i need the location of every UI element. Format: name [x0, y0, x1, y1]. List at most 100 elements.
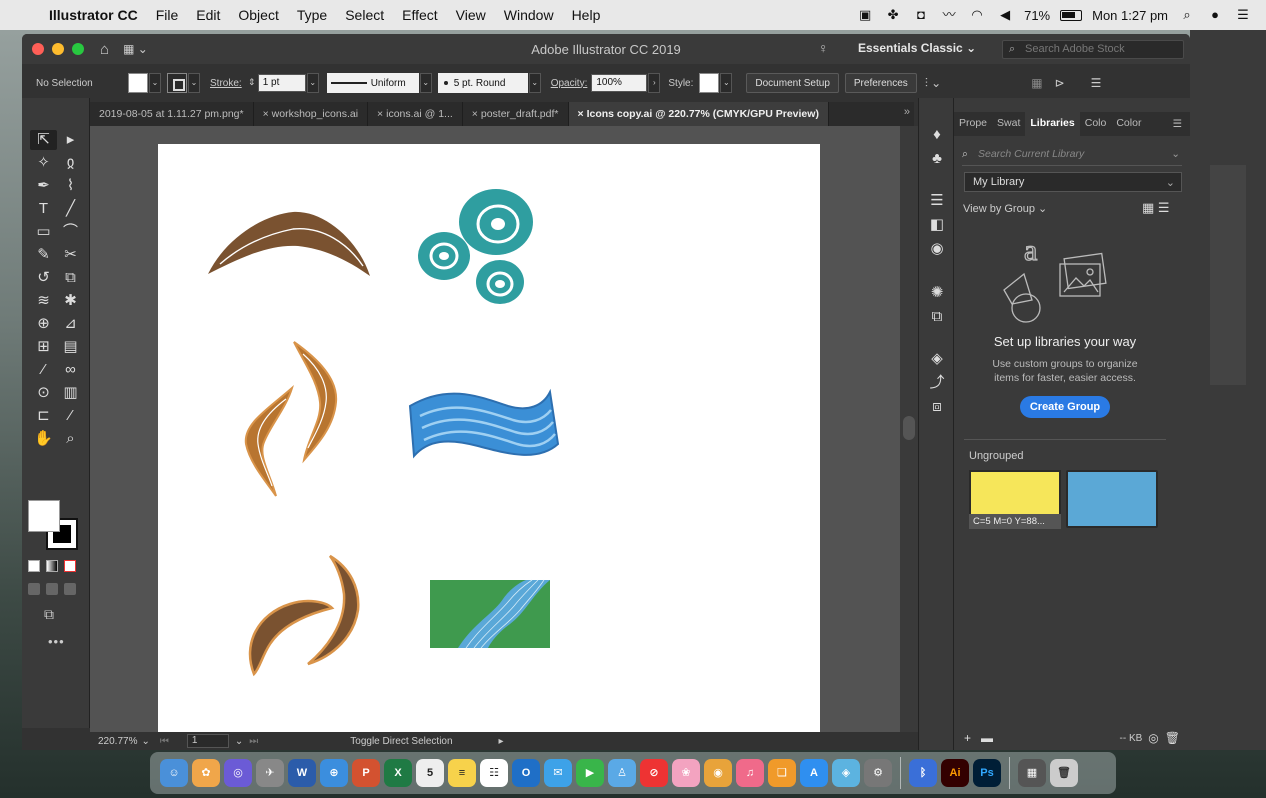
transparency-icon[interactable]: ◉: [928, 240, 946, 258]
type-tool-icon[interactable]: T: [30, 199, 57, 219]
illustrator-icon[interactable]: Ai: [941, 759, 969, 787]
battery-percent[interactable]: 71%: [1024, 8, 1050, 23]
panel-tab[interactable]: Prope: [954, 112, 992, 136]
photos-icon[interactable]: ✿: [192, 759, 220, 787]
export-icon[interactable]: ⤴: [928, 374, 946, 392]
none-mode-icon[interactable]: [64, 560, 76, 572]
stroke-weight-input[interactable]: 1 pt: [257, 74, 306, 92]
finder-icon[interactable]: ☺: [160, 759, 188, 787]
menu-clock[interactable]: Mon 1:27 pm: [1092, 8, 1168, 23]
next-artboard-icon[interactable]: ⏭: [249, 736, 258, 747]
minimize-window-button[interactable]: [52, 43, 64, 55]
opacity-dropdown[interactable]: ›: [648, 73, 661, 93]
stroke-label[interactable]: Stroke:: [210, 78, 242, 89]
draw-inside-icon[interactable]: [64, 583, 76, 595]
close-tab-icon[interactable]: ×: [263, 108, 272, 120]
menu-file[interactable]: File: [147, 7, 188, 23]
profile-dropdown[interactable]: ⌄: [419, 73, 432, 93]
fill-swatch[interactable]: [128, 73, 148, 93]
color-mode-icon[interactable]: [28, 560, 40, 572]
document-tab[interactable]: × icons.ai @ 1...: [368, 102, 463, 126]
direct-selection-tool-icon[interactable]: ▸: [57, 130, 84, 150]
outlook-icon[interactable]: O: [512, 759, 540, 787]
perspective-grid-tool-icon[interactable]: ⊿: [57, 314, 84, 334]
close-window-button[interactable]: [32, 43, 44, 55]
view-by-group-dropdown[interactable]: View by Group ⌄: [963, 202, 1047, 215]
document-tab[interactable]: × poster_draft.pdf*: [463, 102, 569, 126]
close-tab-icon[interactable]: ×: [578, 108, 587, 120]
reminders-icon[interactable]: ☷: [480, 759, 508, 787]
edit-toolbar-icon[interactable]: •••: [48, 634, 65, 649]
notes-icon[interactable]: ≡: [448, 759, 476, 787]
screen-mode-icon[interactable]: ⧉: [44, 606, 54, 623]
siri-app-icon[interactable]: ◎: [224, 759, 252, 787]
puppet-warp-tool-icon[interactable]: ✱: [57, 291, 84, 311]
document-tab[interactable]: × Icons copy.ai @ 220.77% (CMYK/GPU Prev…: [568, 102, 829, 126]
app-store-icon[interactable]: A: [800, 759, 828, 787]
facetime-icon[interactable]: ▶: [576, 759, 604, 787]
first-artboard-icon[interactable]: ⏮: [160, 736, 169, 747]
menu-edit[interactable]: Edit: [187, 7, 229, 23]
home-icon[interactable]: ⌂: [100, 41, 109, 58]
appearance-icon[interactable]: ✺: [928, 284, 946, 302]
panel-tab[interactable]: Libraries: [1025, 112, 1080, 136]
photo-booth-icon[interactable]: ❀: [672, 759, 700, 787]
lightbulb-icon[interactable]: ♀: [818, 40, 829, 56]
draw-behind-icon[interactable]: [46, 583, 58, 595]
battery-icon[interactable]: [1060, 9, 1083, 21]
news-icon[interactable]: ⊘: [640, 759, 668, 787]
document-tab[interactable]: 2019-08-05 at 1.11.27 pm.png*: [90, 102, 254, 126]
stroke-panel-icon[interactable]: ☰: [928, 192, 946, 210]
sync-icon[interactable]: ◎: [1148, 731, 1158, 745]
powerpoint-icon[interactable]: P: [352, 759, 380, 787]
tabs-overflow-icon[interactable]: »: [904, 106, 910, 118]
hand-tool-icon[interactable]: ✋: [30, 429, 57, 449]
chevron-down-icon[interactable]: ⌄: [1171, 148, 1180, 160]
artboard-tool-icon[interactable]: ⊏: [30, 406, 57, 426]
stroke-dropdown[interactable]: ⌄: [188, 73, 200, 93]
curvature-tool-icon[interactable]: ⌇: [57, 176, 84, 196]
arrange-icon[interactable]: ⫶ ⌄: [925, 76, 941, 91]
launchpad-icon[interactable]: ✈: [256, 759, 284, 787]
opacity-label[interactable]: Opacity:: [551, 78, 588, 89]
excel-icon[interactable]: X: [384, 759, 412, 787]
zoom-tool-icon[interactable]: ⌕: [57, 429, 84, 449]
zoom-window-button[interactable]: [72, 43, 84, 55]
safari-icon[interactable]: ⊕: [320, 759, 348, 787]
selection-tool-icon[interactable]: ⇱: [30, 130, 57, 150]
list-view-icon[interactable]: ☰: [1158, 200, 1170, 215]
style-dropdown[interactable]: ⌄: [720, 73, 733, 93]
add-asset-icon[interactable]: +: [964, 731, 971, 745]
arrange-documents-icon[interactable]: ▦ ⌄: [123, 42, 148, 56]
brushes-icon[interactable]: ♦: [928, 126, 946, 144]
keynote-icon[interactable]: ♙: [608, 759, 636, 787]
volume-icon[interactable]: ◀: [996, 8, 1014, 22]
menu-view[interactable]: View: [447, 7, 495, 23]
symbol-sprayer-tool-icon[interactable]: ⊙: [30, 383, 57, 403]
gradient-mode-icon[interactable]: [46, 560, 58, 572]
spotlight-icon[interactable]: ⌕: [1178, 8, 1196, 22]
paintbrush-tool-icon[interactable]: ⌒: [57, 222, 84, 242]
vertical-scrollbar[interactable]: [900, 126, 918, 732]
create-group-button[interactable]: Create Group: [1020, 396, 1110, 418]
panel-tab[interactable]: Swat: [992, 112, 1025, 136]
panel-tab[interactable]: Colo: [1080, 112, 1112, 136]
fill-dropdown[interactable]: ⌄: [149, 73, 161, 93]
scroll-thumb[interactable]: [903, 416, 915, 440]
distribute-icon[interactable]: ⊳: [1055, 76, 1065, 90]
zoom-level[interactable]: 220.77%: [98, 736, 137, 747]
fill-color-box[interactable]: [28, 500, 60, 532]
rectangle-tool-icon[interactable]: ▭: [30, 222, 57, 242]
draw-normal-icon[interactable]: [28, 583, 40, 595]
line-tool-icon[interactable]: ╱: [57, 199, 84, 219]
close-tab-icon[interactable]: ×: [472, 108, 481, 120]
brush-dropdown[interactable]: ⌄: [528, 73, 541, 93]
photoshop-icon[interactable]: Ps: [973, 759, 1001, 787]
scale-tool-icon[interactable]: ⧉: [57, 268, 84, 288]
dropbox-icon[interactable]: ✤: [884, 8, 902, 22]
folder-icon[interactable]: ▬: [981, 731, 993, 745]
trash-bin-icon[interactable]: 🗑: [1050, 759, 1078, 787]
canvas-area[interactable]: [90, 126, 900, 732]
maps-icon[interactable]: ◈: [832, 759, 860, 787]
calendar-icon[interactable]: 5: [416, 759, 444, 787]
